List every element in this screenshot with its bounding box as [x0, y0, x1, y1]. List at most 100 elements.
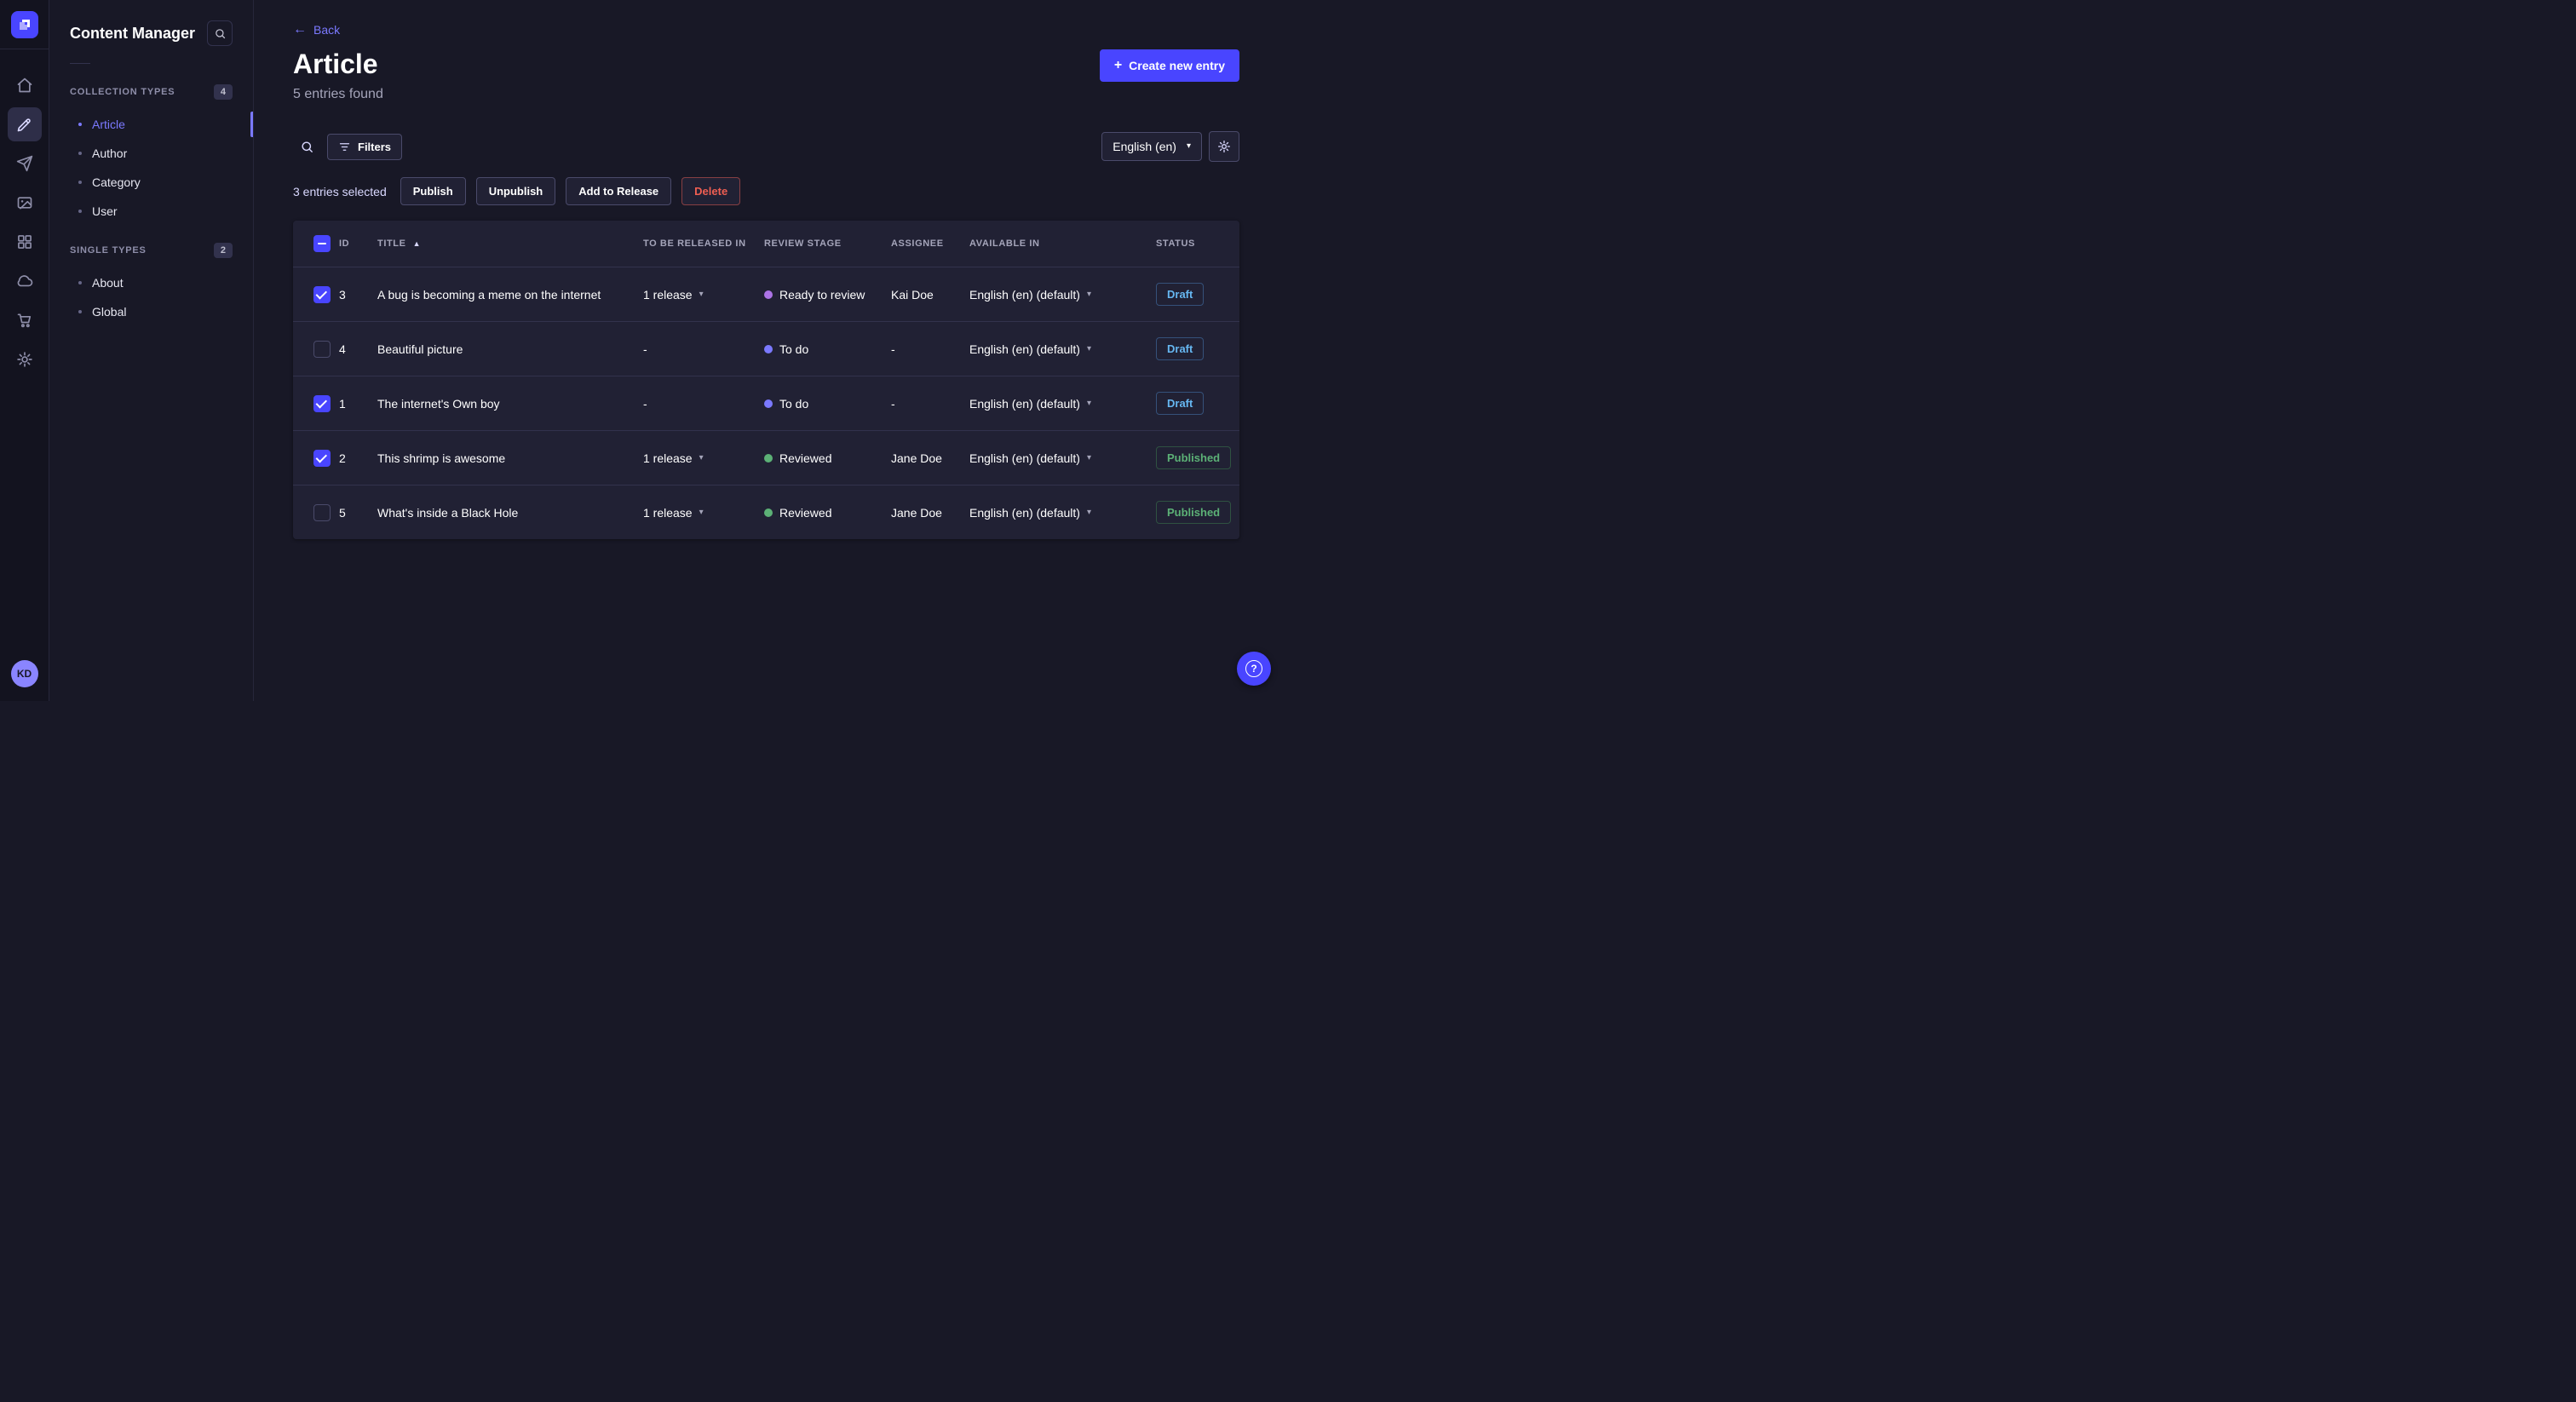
- stage-label: To do: [779, 342, 809, 356]
- cell-title[interactable]: This shrimp is awesome: [377, 451, 643, 465]
- stage-dot: [764, 453, 773, 463]
- locale-chevron-icon[interactable]: ▾: [1087, 453, 1091, 463]
- release-chevron-icon[interactable]: ▾: [699, 453, 704, 463]
- cell-title[interactable]: A bug is becoming a meme on the internet: [377, 288, 643, 302]
- unpublish-button[interactable]: Unpublish: [475, 177, 556, 205]
- sidebar-item-category[interactable]: Category: [70, 168, 233, 197]
- nav-settings[interactable]: [8, 342, 42, 376]
- strapi-logo[interactable]: [10, 10, 38, 38]
- delete-button[interactable]: Delete: [681, 177, 741, 205]
- cell-title[interactable]: Beautiful picture: [377, 342, 643, 356]
- stage-label: To do: [779, 396, 809, 411]
- cell-release: 1 release ▾: [643, 451, 764, 465]
- add-to-release-button[interactable]: Add to Release: [566, 177, 672, 205]
- entries-table: ID TITLE ▲ TO BE RELEASED IN REVIEW STAGE…: [293, 221, 1239, 539]
- media-library-icon: [17, 197, 32, 210]
- nav-media-library[interactable]: [8, 186, 42, 220]
- column-status[interactable]: STATUS: [1156, 238, 1239, 249]
- sidebar-item-author[interactable]: Author: [70, 139, 233, 168]
- paper-plane-icon: [16, 155, 32, 172]
- filters-button[interactable]: Filters: [327, 133, 403, 160]
- collection-types-label: COLLECTION TYPES: [70, 87, 175, 97]
- cell-title[interactable]: The internet's Own boy: [377, 397, 643, 411]
- sidebar-item-article[interactable]: Article: [70, 110, 253, 139]
- select-all-checkbox[interactable]: [313, 235, 331, 252]
- table-row[interactable]: 5 What's inside a Black Hole 1 release ▾…: [293, 485, 1239, 539]
- locale-label: English (en) (default): [969, 342, 1080, 356]
- cell-title[interactable]: What's inside a Black Hole: [377, 506, 643, 520]
- sort-asc-icon[interactable]: ▲: [413, 239, 422, 248]
- nav-content-type-builder[interactable]: [8, 225, 42, 259]
- row-checkbox[interactable]: [313, 449, 331, 467]
- nav-marketplace[interactable]: [8, 303, 42, 337]
- nav-content-manager[interactable]: [7, 107, 42, 141]
- sidebar-divider: [70, 63, 90, 64]
- back-link[interactable]: ← Back: [293, 23, 340, 37]
- row-checkbox[interactable]: [313, 340, 331, 358]
- avatar[interactable]: KD: [10, 660, 38, 687]
- help-button[interactable]: ?: [1237, 652, 1271, 686]
- row-checkbox[interactable]: [313, 285, 331, 303]
- content-type-builder-icon: [17, 235, 32, 249]
- strapi-logo-icon: [19, 19, 30, 30]
- locale-label: English (en) (default): [969, 396, 1080, 411]
- create-new-entry-label: Create new entry: [1129, 59, 1225, 72]
- table-row[interactable]: 1 The internet's Own boy - ▾ To do - Eng…: [293, 376, 1239, 430]
- sidebar-item-label: Category: [92, 175, 141, 189]
- column-available-in[interactable]: AVAILABLE IN: [969, 238, 1156, 249]
- locale-chevron-icon[interactable]: ▾: [1087, 344, 1091, 353]
- column-to-be-released-in[interactable]: TO BE RELEASED IN: [643, 238, 764, 249]
- sidebar-item-about[interactable]: About: [70, 268, 233, 297]
- filter-icon: [339, 142, 350, 151]
- publish-button[interactable]: Publish: [400, 177, 466, 205]
- sidebar-item-label: Author: [92, 147, 128, 160]
- view-settings-button[interactable]: [1209, 131, 1239, 162]
- locale-value: English (en): [1113, 140, 1176, 153]
- cell-release: - ▾: [643, 397, 764, 411]
- nav-home[interactable]: [8, 68, 42, 102]
- search-icon: [301, 141, 313, 152]
- table-header: ID TITLE ▲ TO BE RELEASED IN REVIEW STAGE…: [293, 221, 1239, 267]
- table-row[interactable]: 4 Beautiful picture - ▾ To do - English …: [293, 321, 1239, 376]
- column-assignee[interactable]: ASSIGNEE: [891, 238, 969, 249]
- page-title: Article: [293, 49, 378, 79]
- cell-review-stage: To do: [764, 342, 891, 356]
- release-chevron-icon[interactable]: ▾: [699, 290, 704, 299]
- locale-chevron-icon[interactable]: ▾: [1087, 290, 1091, 299]
- locale-chevron-icon[interactable]: ▾: [1087, 399, 1091, 408]
- search-icon: [215, 28, 225, 38]
- nav-cloud[interactable]: [8, 264, 42, 298]
- stage-dot: [764, 508, 773, 517]
- marketplace-cart-icon: [17, 313, 31, 328]
- table-row[interactable]: 3 A bug is becoming a meme on the intern…: [293, 267, 1239, 321]
- cell-available-in: English (en) (default) ▾: [969, 451, 1156, 465]
- locale-label: English (en) (default): [969, 287, 1080, 302]
- sidebar-item-user[interactable]: User: [70, 197, 233, 226]
- cell-id: 5: [339, 505, 346, 520]
- release-chevron-icon[interactable]: ▾: [699, 508, 704, 517]
- create-new-entry-button[interactable]: + Create new entry: [1099, 49, 1239, 82]
- table-row[interactable]: 2 This shrimp is awesome 1 release ▾ Rev…: [293, 430, 1239, 485]
- locale-label: English (en) (default): [969, 505, 1080, 520]
- locale-select[interactable]: English (en) ▾: [1101, 132, 1202, 161]
- column-title[interactable]: TITLE ▲: [377, 238, 643, 249]
- locale-chevron-icon[interactable]: ▾: [1087, 508, 1091, 517]
- column-review-stage[interactable]: REVIEW STAGE: [764, 238, 891, 249]
- release-label: -: [643, 396, 647, 411]
- column-id[interactable]: ID: [339, 238, 377, 249]
- sidebar-search-button[interactable]: [207, 20, 233, 46]
- help-icon: ?: [1245, 660, 1262, 677]
- stage-label: Reviewed: [779, 505, 832, 520]
- back-label: Back: [313, 23, 341, 37]
- nav-releases[interactable]: [8, 147, 42, 181]
- row-checkbox[interactable]: [313, 503, 331, 521]
- cell-status: Draft: [1156, 283, 1239, 306]
- sidebar-item-global[interactable]: Global: [70, 297, 233, 326]
- bullet-icon: [78, 281, 82, 284]
- status-badge: Draft: [1156, 283, 1205, 306]
- cell-review-stage: Reviewed: [764, 506, 891, 520]
- cloud-icon: [17, 275, 32, 287]
- row-checkbox[interactable]: [313, 394, 331, 412]
- cell-release: 1 release ▾: [643, 506, 764, 520]
- search-button[interactable]: [293, 133, 320, 160]
